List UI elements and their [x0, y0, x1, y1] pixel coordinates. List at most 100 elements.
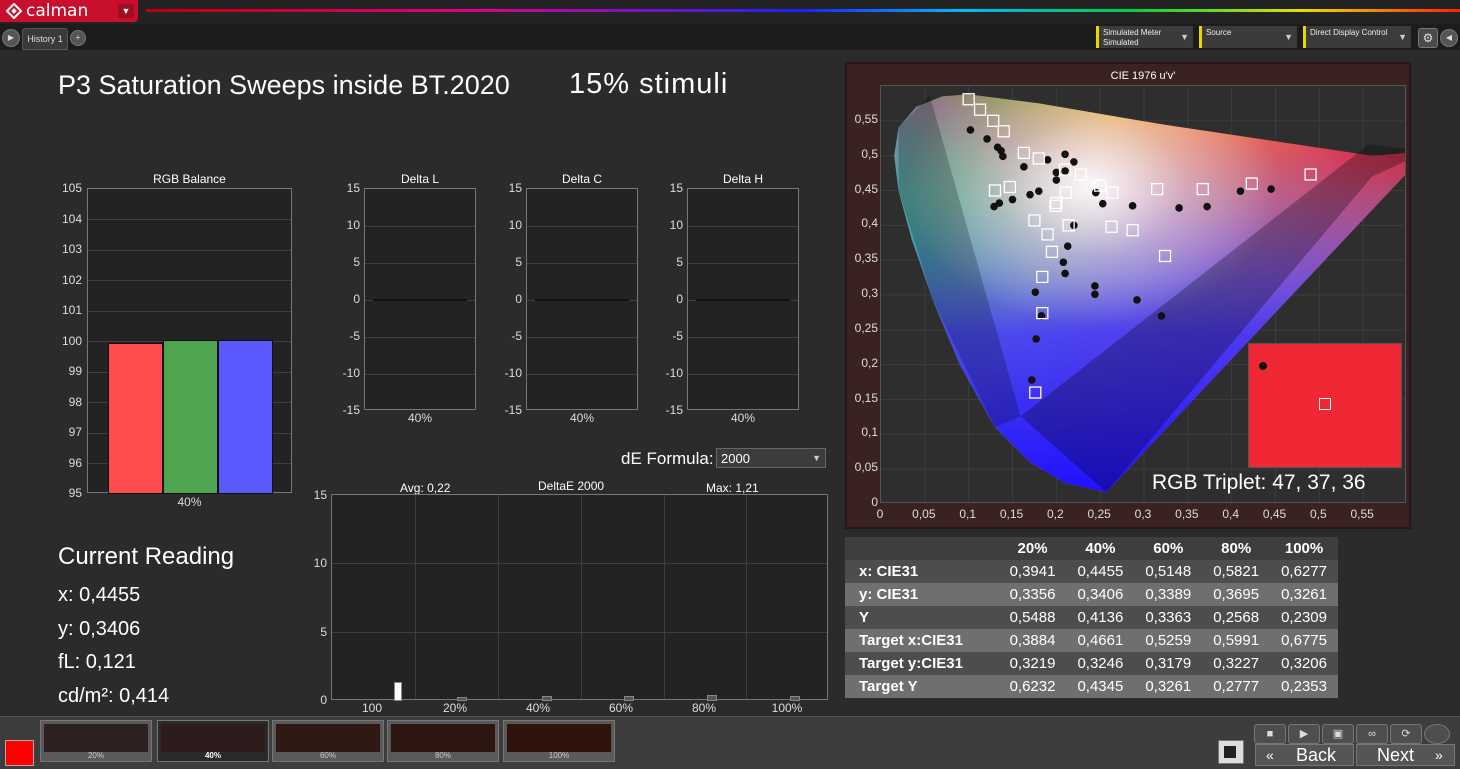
red-balance-bar [108, 342, 163, 494]
delta-xlabel: 40% [407, 411, 433, 425]
next-button[interactable]: Next » [1356, 744, 1455, 766]
patch-100pct[interactable]: 100% [503, 720, 615, 762]
table-cell: 0,3261 [1134, 675, 1203, 698]
table-cell: 0,4455 [1066, 560, 1135, 583]
stimuli-label: 15% stimuli [569, 68, 729, 100]
deltae-title: DeltaE 2000 [538, 479, 605, 493]
delta-ytick: 10 [346, 218, 360, 232]
delta-ytick: -10 [504, 366, 522, 380]
swatch-measured-dot [1259, 362, 1267, 370]
delta-ytick: 5 [353, 255, 360, 269]
rgb-balance-title: RGB Balance [153, 172, 226, 186]
refresh-icon[interactable]: ⟳ [1390, 724, 1422, 744]
patch-80pct[interactable]: 80% [387, 720, 499, 762]
measured-point [1032, 335, 1040, 343]
cie-ytick: 0,1 [861, 425, 878, 440]
patch-label: 100% [548, 751, 570, 760]
table-cell: 0,6775 [1270, 629, 1338, 652]
play-icon[interactable]: ▶ [1288, 724, 1320, 744]
tab-history-1[interactable]: History 1 [22, 28, 68, 50]
swatch-target-square [1319, 398, 1331, 410]
cie-xtick: 0,05 [912, 507, 936, 521]
save-icon[interactable]: ▣ [1322, 724, 1354, 744]
patch-60pct[interactable]: 60% [272, 720, 384, 762]
rgb-balance-ytick: 105 [61, 181, 82, 195]
gear-icon[interactable]: ⚙ [1418, 28, 1438, 48]
table-cell: 0,3356 [998, 583, 1067, 606]
patch-label: 20% [87, 751, 104, 760]
play-arrow-icon[interactable]: ▶ [2, 29, 20, 47]
display-control-selector[interactable]: Direct Display Control ▼ [1303, 26, 1411, 48]
deltae-xtick: 100 [361, 701, 383, 715]
delta-ytick: -5 [349, 329, 360, 343]
patch-swatch [44, 724, 148, 752]
deltae-ytick: 5 [320, 625, 327, 639]
cie-xtick: 0,25 [1087, 507, 1111, 521]
rainbow-bar [146, 9, 1460, 12]
table-cell: 0,3389 [1134, 583, 1203, 606]
delta-ytick: 10 [669, 218, 683, 232]
back-button[interactable]: « Back [1255, 744, 1354, 766]
calman-logo[interactable]: calman ▼ [0, 0, 138, 22]
table-cell: 0,3206 [1270, 652, 1338, 675]
current-color-square [5, 740, 34, 766]
measured-point [1027, 376, 1036, 384]
measured-point [1061, 269, 1069, 278]
measured-point [1091, 290, 1099, 299]
cie-ytick: 0,3 [861, 286, 878, 300]
de-formula-select[interactable]: 2000 ▼ [716, 448, 826, 468]
rgb-balance-ytick: 95 [68, 486, 82, 500]
delta-ytick: 15 [669, 181, 683, 195]
cie-ytick: 0,25 [854, 320, 878, 335]
page-title: P3 Saturation Sweeps inside BT.2020 [58, 70, 510, 100]
next-arrow-icon: » [1435, 747, 1443, 763]
measured-point [1020, 163, 1028, 171]
deltae-xtick: 60% [608, 701, 634, 715]
row-label: y: CIE31 [845, 583, 999, 606]
chevron-down-icon: ▼ [1398, 32, 1407, 42]
measured-point [1035, 187, 1043, 195]
table-header [845, 537, 999, 560]
rgb-balance-ytick: 102 [61, 272, 82, 287]
measured-point [1236, 187, 1245, 195]
cie-xtick: 0,35 [1175, 507, 1199, 521]
logo-dropdown-icon[interactable]: ▼ [118, 4, 134, 18]
cie-ytick: 0,2 [861, 355, 878, 370]
delta-zero-bar [373, 299, 467, 301]
current-x: x: 0,4455 [58, 584, 141, 606]
deltae-xtick: 20% [442, 701, 468, 715]
delta-chart-title: Delta C [561, 172, 602, 186]
delta-chart-plot [687, 188, 799, 410]
table-cell: 0,3219 [998, 652, 1067, 675]
add-tab-icon[interactable]: + [70, 30, 86, 46]
measured-point [1098, 199, 1107, 208]
source-selector[interactable]: Source ▼ [1199, 26, 1297, 48]
delta-xlabel: 40% [569, 411, 595, 425]
table-cell: 0,5488 [998, 606, 1067, 629]
table-cell: 0,2777 [1202, 675, 1271, 698]
cie-xtick: 0,4 [1222, 507, 1239, 521]
current-reading-title: Current Reading [58, 543, 235, 570]
stop-icon[interactable]: ■ [1254, 724, 1286, 744]
table-cell: 0,2353 [1270, 675, 1338, 698]
back-label: Back [1296, 745, 1337, 765]
meter-selector[interactable]: Simulated Meter Simulated ▼ [1096, 26, 1193, 48]
delta-zero-bar [696, 299, 790, 301]
deltae-ytick: 0 [320, 693, 327, 707]
collapse-arrow-icon[interactable]: ◀ [1440, 29, 1458, 47]
table-row: Target x:CIE31 0,3884 0,4661 0,5259 0,5991 0,… [845, 629, 1338, 652]
table-header: 100% [1270, 537, 1338, 560]
table-row: Target y:CIE31 0,3219 0,3246 0,3179 0,3227 0,… [845, 652, 1338, 675]
de-formula-label: dE Formula: [621, 449, 714, 468]
patch-20pct[interactable]: 20% [40, 720, 152, 762]
patch-40pct[interactable]: 40% [157, 720, 269, 762]
measured-point [1157, 312, 1166, 320]
delta-ytick: 0 [353, 292, 360, 306]
stop-square-icon[interactable] [1218, 740, 1244, 764]
delta-chart-plot [364, 188, 476, 410]
loop-icon[interactable]: ∞ [1356, 724, 1388, 744]
cie-ytick: 0,5 [861, 146, 878, 161]
table-cell: 0,2309 [1270, 606, 1338, 629]
patch-swatch [276, 724, 380, 752]
measured-point [1175, 204, 1183, 212]
